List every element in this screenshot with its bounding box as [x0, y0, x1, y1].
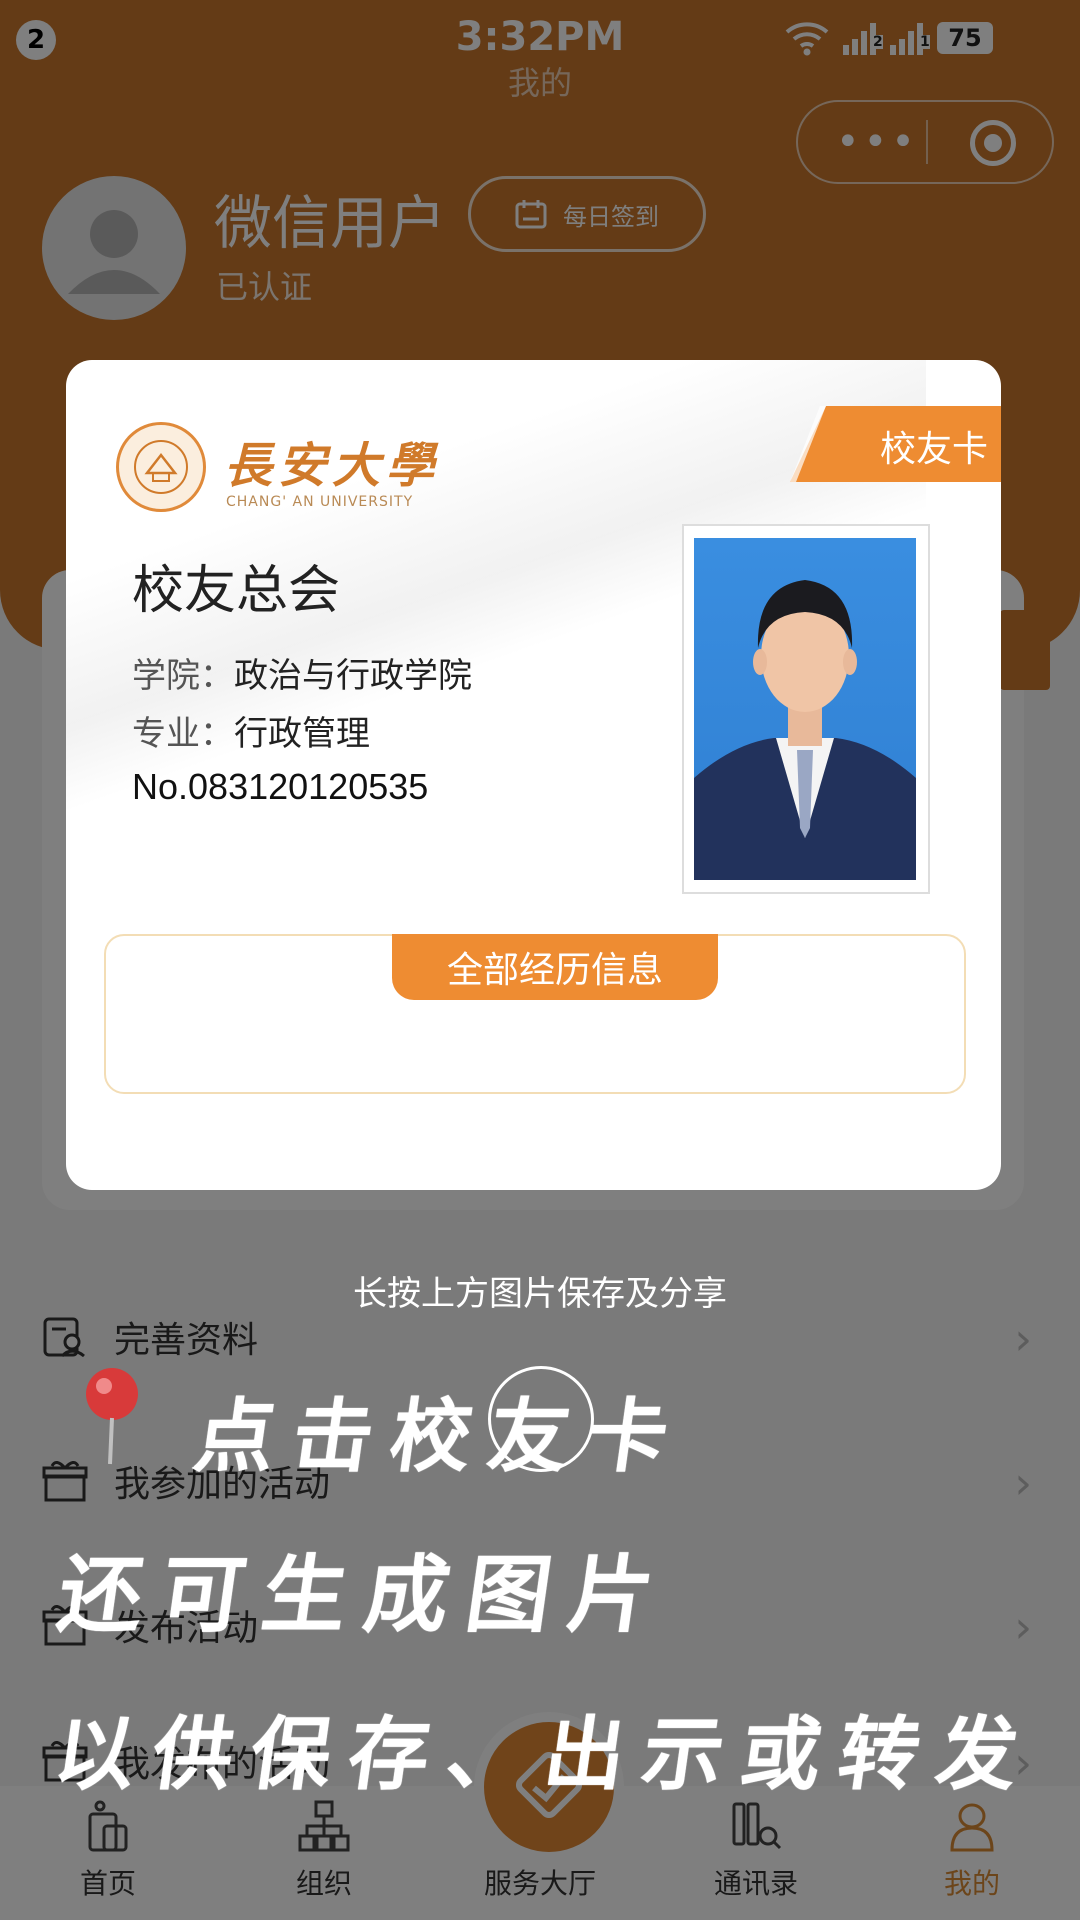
save-hint: 长按上方图片保存及分享 — [353, 1274, 727, 1314]
id-photo-frame — [682, 524, 930, 894]
alumni-card-badge: 校友卡 — [879, 429, 988, 470]
university-name: 長安大學 — [224, 438, 441, 494]
annotation-line-1: 点击校友卡 — [188, 1390, 692, 1483]
major-value: 行政管理 — [234, 714, 370, 754]
alumni-card[interactable]: 校友卡 長安大學 CHANG' AN UNIVERSITY 校友总会 学院：政治… — [66, 360, 1001, 1190]
pushpin-icon — [86, 1368, 138, 1465]
major-label: 专业： — [132, 714, 234, 754]
university-seal-icon — [116, 422, 206, 512]
organization-title: 校友总会 — [132, 561, 341, 621]
college-label: 学院： — [132, 656, 234, 696]
college-value: 政治与行政学院 — [234, 656, 472, 696]
member-number: No.083120120535 — [132, 766, 429, 807]
annotation-line-2: 还可生成图片 — [52, 1546, 678, 1644]
all-experience-tab[interactable]: 全部经历信息 — [392, 934, 718, 1000]
major-field: 专业：行政管理 — [132, 706, 370, 755]
id-photo — [694, 538, 916, 880]
college-field: 学院：政治与行政学院 — [132, 648, 472, 697]
annotation-line-3: 以供保存、出示或转发 — [48, 1708, 1042, 1801]
university-name-en: CHANG' AN UNIVERSITY — [226, 494, 414, 510]
